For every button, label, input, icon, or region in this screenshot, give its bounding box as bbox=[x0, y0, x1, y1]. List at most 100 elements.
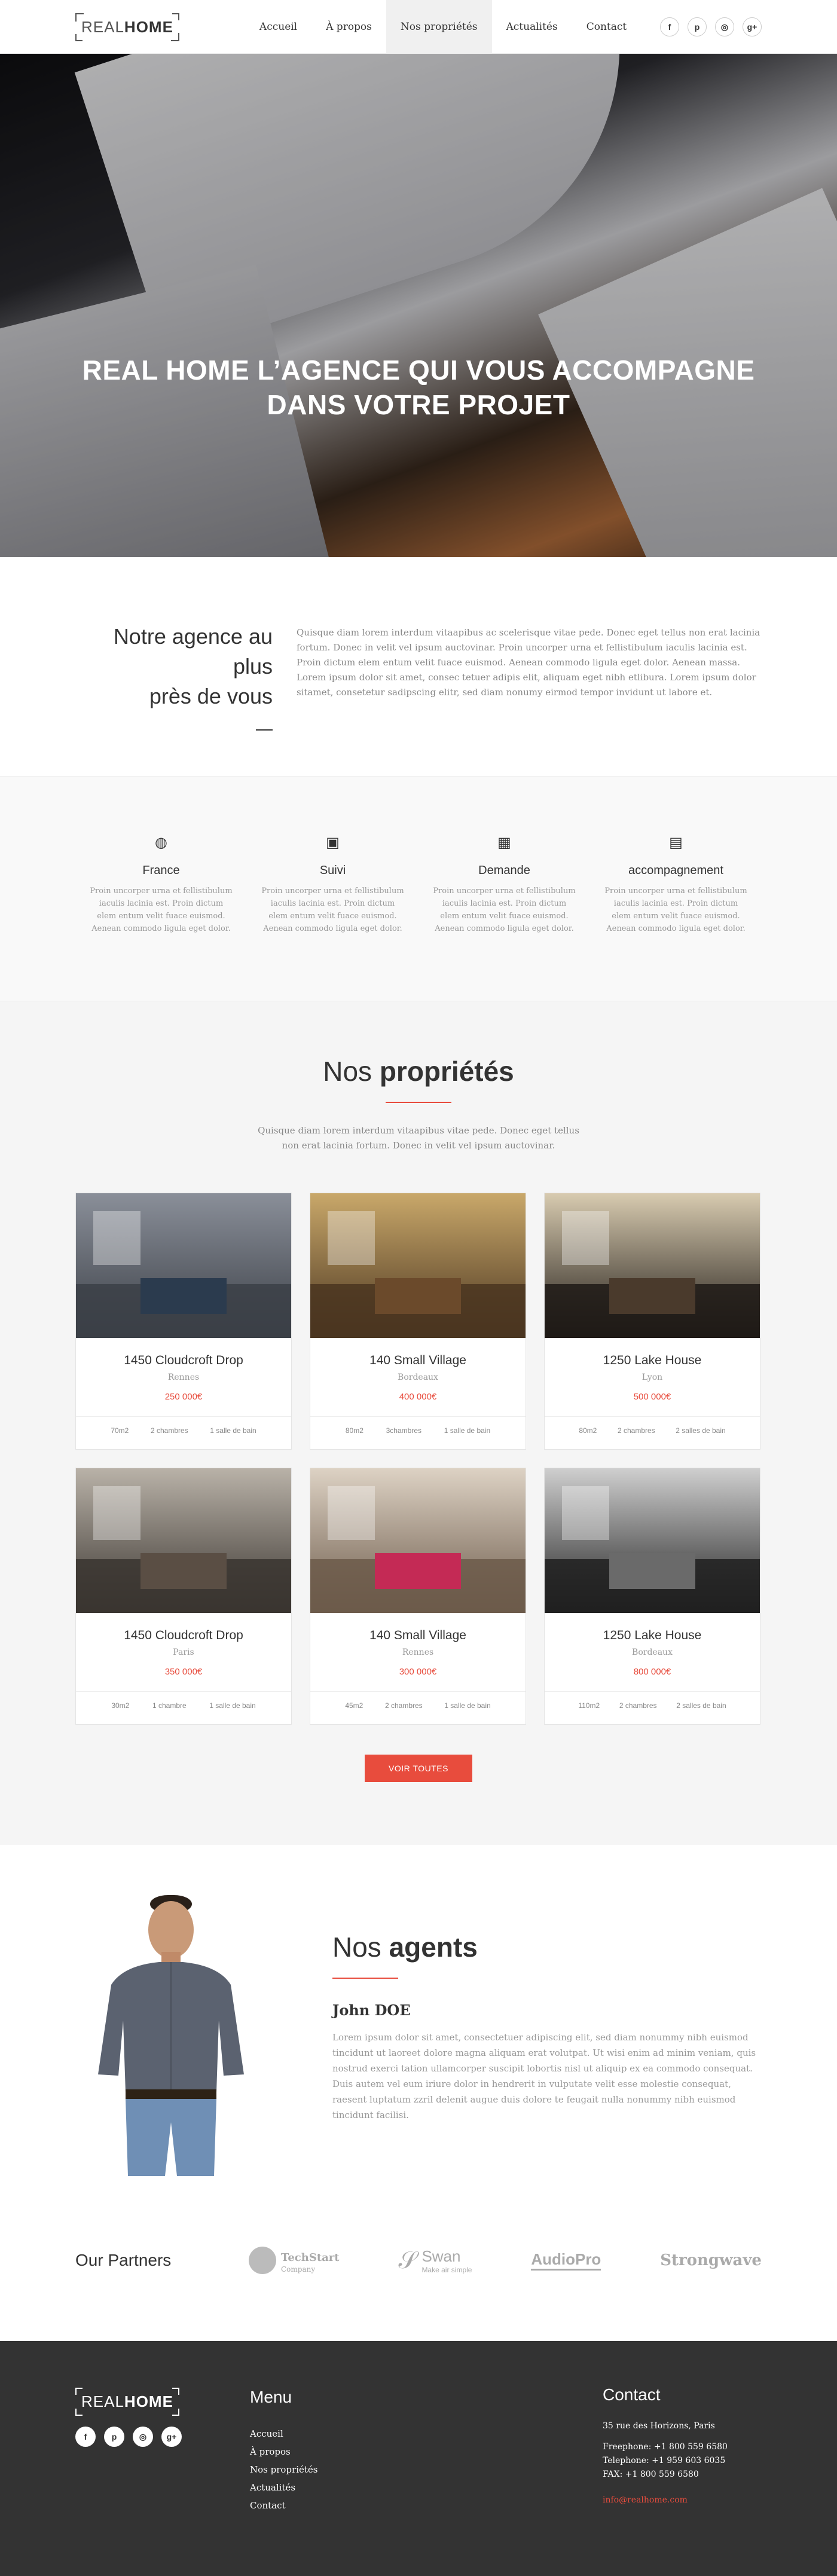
property-price: 250 000€ bbox=[164, 1392, 203, 1402]
pinterest-icon[interactable]: p bbox=[688, 17, 707, 36]
property-baths: 2 salles de bain bbox=[676, 1701, 726, 1710]
property-meta: 80m2 3chambres 1 salle de bain bbox=[310, 1416, 526, 1435]
property-card[interactable]: 1450 Cloudcroft Drop Paris 350 000€ 30m2 1 c… bbox=[75, 1468, 292, 1725]
footer-fax: FAX: +1 800 559 6580 bbox=[603, 2470, 699, 2479]
property-rooms: 1 chambre bbox=[152, 1701, 187, 1710]
property-area: 30m2 bbox=[111, 1701, 130, 1710]
feature-title: accompagnement bbox=[628, 864, 723, 877]
feature-text: Proin uncorper urna et fellistibulum iac… bbox=[261, 887, 404, 933]
property-name[interactable]: 1450 Cloudcroft Drop bbox=[76, 1353, 291, 1368]
footer-email-link[interactable]: info@realhome.com bbox=[603, 2494, 762, 2507]
view-all-button[interactable]: VOIR TOUTES bbox=[365, 1755, 472, 1782]
property-price: 350 000€ bbox=[164, 1667, 203, 1677]
partner-logo-techstart[interactable]: TechStart Company bbox=[249, 2247, 340, 2274]
property-name[interactable]: 1250 Lake House bbox=[545, 1353, 760, 1368]
property-area: 110m2 bbox=[578, 1701, 600, 1710]
property-area: 80m2 bbox=[345, 1426, 363, 1435]
footer-link-a-propos[interactable]: À propos bbox=[250, 2443, 603, 2461]
property-photo[interactable] bbox=[310, 1193, 526, 1338]
property-card[interactable]: 140 Small Village Rennes 300 000€ 45m2 2 cha… bbox=[310, 1468, 526, 1725]
property-city: Rennes bbox=[167, 1373, 200, 1382]
nav-a-propos[interactable]: À propos bbox=[311, 0, 386, 54]
feature-text: Proin uncorper urna et fellistibulum iac… bbox=[90, 887, 233, 933]
property-meta: 45m2 2 chambres 1 salle de bain bbox=[310, 1691, 526, 1710]
pinterest-icon[interactable]: p bbox=[104, 2427, 124, 2447]
site-footer: REALHOME f p ◎ g+ Menu Accueil À propos … bbox=[0, 2341, 837, 2576]
property-card[interactable]: 140 Small Village Bordeaux 400 000€ 80m2 3ch… bbox=[310, 1193, 526, 1450]
partner-logo-strongwave[interactable]: Strongwave bbox=[660, 2251, 762, 2269]
property-rooms: 2 chambres bbox=[617, 1426, 655, 1435]
property-name[interactable]: 1450 Cloudcroft Drop bbox=[76, 1628, 291, 1643]
intro-title-line: Notre agence au plus bbox=[113, 624, 273, 679]
footer-link-nos-proprietes[interactable]: Nos propriétés bbox=[250, 2461, 603, 2479]
divider bbox=[256, 729, 273, 731]
property-photo[interactable] bbox=[76, 1468, 291, 1613]
footer-address: 35 rue des Horizons, Paris bbox=[603, 2421, 715, 2431]
property-meta: 30m2 1 chambre 1 salle de bain bbox=[76, 1691, 291, 1710]
feature-title: France bbox=[142, 864, 180, 877]
properties-section: Nos propriétés Quisque diam lorem interd… bbox=[0, 1001, 837, 1845]
feature-title: Demande bbox=[478, 864, 530, 877]
property-area: 45m2 bbox=[345, 1701, 363, 1710]
property-meta: 80m2 2 chambres 2 salles de bain bbox=[545, 1416, 760, 1435]
footer-social: f p ◎ g+ bbox=[75, 2427, 250, 2447]
nav-nos-proprietes[interactable]: Nos propriétés bbox=[386, 0, 492, 54]
features-section: ◍ France Proin uncorper urna et fellistibu… bbox=[0, 776, 837, 1001]
agent-photo bbox=[87, 1895, 285, 2176]
property-rooms: 2 chambres bbox=[619, 1701, 657, 1710]
google-plus-icon[interactable]: g+ bbox=[743, 17, 762, 36]
header-social: f p ◎ g+ bbox=[660, 17, 762, 36]
property-photo[interactable] bbox=[545, 1468, 760, 1613]
facebook-icon[interactable]: f bbox=[660, 17, 679, 36]
partner-logo-swan[interactable]: 𝒮 Swan Make air simple bbox=[398, 2247, 472, 2274]
property-card[interactable]: 1250 Lake House Bordeaux 800 000€ 110m2 2 ch… bbox=[544, 1468, 760, 1725]
feature-item: ▣ Suivi Proin uncorper urna et fellistibul… bbox=[247, 834, 418, 935]
property-name[interactable]: 140 Small Village bbox=[310, 1353, 526, 1368]
footer-link-contact[interactable]: Contact bbox=[250, 2496, 603, 2514]
property-name[interactable]: 1250 Lake House bbox=[545, 1628, 760, 1643]
logo[interactable]: REALHOME bbox=[75, 13, 179, 41]
feature-text: Proin uncorper urna et fellistibulum iac… bbox=[604, 887, 747, 933]
property-photo[interactable] bbox=[545, 1193, 760, 1338]
instagram-icon[interactable]: ◎ bbox=[133, 2427, 153, 2447]
image-icon: ▦ bbox=[497, 835, 511, 851]
intro-section: Notre agence au plus près de vous Quisque… bbox=[0, 557, 837, 776]
nav-accueil[interactable]: Accueil bbox=[245, 0, 311, 54]
feature-item: ◍ France Proin uncorper urna et fellistibu… bbox=[75, 834, 247, 935]
property-photo[interactable] bbox=[310, 1468, 526, 1613]
property-baths: 1 salle de bain bbox=[209, 1701, 256, 1710]
techstart-icon bbox=[249, 2247, 276, 2274]
facebook-icon[interactable]: f bbox=[75, 2427, 96, 2447]
footer-phone: Telephone: +1 959 603 6035 bbox=[603, 2456, 726, 2465]
footer-contact-title: Contact bbox=[603, 2385, 661, 2404]
footer-phone: Freephone: +1 800 559 6580 bbox=[603, 2442, 728, 2452]
property-price: 500 000€ bbox=[633, 1392, 671, 1402]
nav-actualites[interactable]: Actualités bbox=[492, 0, 572, 54]
nav-contact[interactable]: Contact bbox=[572, 0, 642, 54]
main-nav: Accueil À propos Nos propriétés Actualit… bbox=[245, 0, 641, 54]
partner-logo-audiopro[interactable]: AudioPro bbox=[531, 2250, 601, 2271]
footer-logo[interactable]: REALHOME bbox=[75, 2388, 179, 2416]
property-name[interactable]: 140 Small Village bbox=[310, 1628, 526, 1643]
section-title: Nos agents bbox=[332, 1932, 478, 1963]
agent-bio: Lorem ipsum dolor sit amet, consectetuer… bbox=[332, 2032, 756, 2120]
footer-link-accueil[interactable]: Accueil bbox=[250, 2425, 603, 2443]
title-underline bbox=[386, 1102, 451, 1103]
property-card[interactable]: 1450 Cloudcroft Drop Rennes 250 000€ 70m2 2 … bbox=[75, 1193, 292, 1450]
google-plus-icon[interactable]: g+ bbox=[161, 2427, 182, 2447]
property-price: 300 000€ bbox=[399, 1667, 437, 1677]
hero-title: REAL HOME L’AGENCE QUI VOUS ACCOMPAGNE D… bbox=[0, 353, 837, 422]
footer-menu-title: Menu bbox=[250, 2388, 292, 2406]
feature-title: Suivi bbox=[319, 864, 346, 877]
property-city: Rennes bbox=[402, 1648, 434, 1657]
property-baths: 1 salle de bain bbox=[444, 1426, 491, 1435]
property-baths: 2 salles de bain bbox=[676, 1426, 726, 1435]
instagram-icon[interactable]: ◎ bbox=[715, 17, 734, 36]
property-photo[interactable] bbox=[76, 1193, 291, 1338]
property-city: Paris bbox=[173, 1648, 194, 1657]
footer-link-actualites[interactable]: Actualités bbox=[250, 2479, 603, 2496]
property-card[interactable]: 1250 Lake House Lyon 500 000€ 80m2 2 chambre… bbox=[544, 1193, 760, 1450]
partner-logos: TechStart Company 𝒮 Swan Make air simple A… bbox=[249, 2247, 762, 2274]
section-subtitle: Quisque diam lorem interdum vitaapibus v… bbox=[258, 1125, 579, 1151]
property-area: 70m2 bbox=[111, 1426, 129, 1435]
